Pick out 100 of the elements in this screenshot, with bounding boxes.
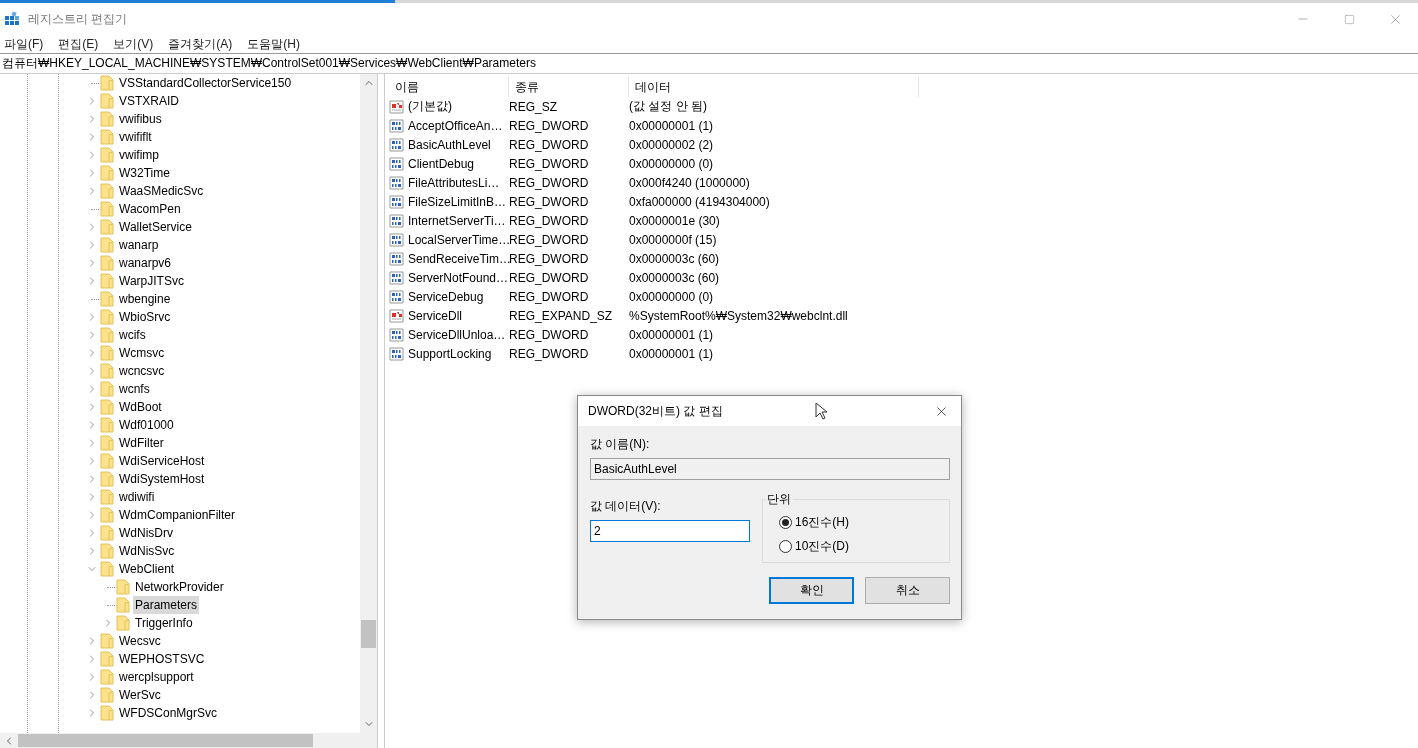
value-name[interactable]: ServiceDllUnloa… — [408, 327, 508, 342]
tree-item[interactable]: wbengine — [117, 290, 173, 308]
tree-item[interactable]: WFDSConMgrSvc — [117, 704, 219, 722]
binary-value-icon — [389, 269, 405, 286]
value-data: 0xfa000000 (4194304000) — [629, 194, 771, 209]
tree-item[interactable]: WdFilter — [117, 434, 166, 452]
folder-icon — [100, 417, 114, 433]
menu-item[interactable]: 편집(E) — [58, 35, 99, 53]
tree-item[interactable]: WebClient — [117, 560, 177, 578]
value-type: REG_DWORD — [509, 213, 590, 228]
value-name[interactable]: BasicAuthLevel — [408, 137, 508, 152]
value-data: 0x00000001 (1) — [629, 327, 715, 342]
group-label: 단위 — [766, 491, 792, 508]
value-name[interactable]: FileSizeLimitInB… — [408, 194, 508, 209]
horizontal-scrollbar[interactable] — [0, 733, 377, 748]
tree-item[interactable]: vwifimp — [117, 146, 161, 164]
tree-item[interactable]: Wecsvc — [117, 632, 163, 650]
tree-item[interactable]: WerSvc — [117, 686, 163, 704]
value-name[interactable]: ServiceDll — [408, 308, 508, 323]
tree-item[interactable]: Wcmsvc — [117, 344, 167, 362]
folder-icon — [100, 687, 114, 703]
tree-item[interactable]: wanarp — [117, 236, 161, 254]
vertical-scrollbar[interactable] — [360, 74, 377, 733]
cancel-button[interactable]: 취소 — [865, 577, 950, 604]
folder-icon — [100, 237, 114, 253]
tree-item[interactable]: WarpJITSvc — [117, 272, 186, 290]
tree-item[interactable]: vwifibus — [117, 110, 164, 128]
value-name[interactable]: SendReceiveTim… — [408, 251, 508, 266]
scrollbar-thumb[interactable] — [18, 734, 313, 747]
folder-icon — [100, 507, 114, 523]
menu-item[interactable]: 파일(F) — [4, 35, 44, 53]
tree-item[interactable]: WdiSystemHost — [117, 470, 207, 488]
value-name[interactable]: SupportLocking — [408, 346, 508, 361]
value-type: REG_DWORD — [509, 251, 590, 266]
tree-item[interactable]: WdNisDrv — [117, 524, 175, 542]
value-name[interactable]: ServerNotFound… — [408, 270, 508, 285]
value-name[interactable]: ServiceDebug — [408, 289, 508, 304]
radio-button[interactable] — [779, 516, 792, 529]
column-header[interactable]: 이름 — [389, 77, 509, 97]
ok-button[interactable]: 확인 — [769, 577, 854, 604]
value-name[interactable]: AcceptOfficeAn… — [408, 118, 508, 133]
menu-item[interactable]: 즐겨찾기(A) — [168, 35, 233, 53]
tree-item[interactable]: WacomPen — [117, 200, 183, 218]
tree-item[interactable]: VSStandardCollectorService150 — [117, 74, 294, 92]
registry-icon — [4, 11, 20, 27]
value-name[interactable]: (기본값) — [408, 98, 508, 115]
tree-item[interactable]: WdNisSvc — [117, 542, 177, 560]
radio-label[interactable]: 10진수(D) — [795, 538, 849, 555]
value-data: 0x00000001 (1) — [629, 346, 715, 361]
value-data: %SystemRoot%₩System32₩webclnt.dll — [629, 308, 849, 323]
tree-item[interactable]: vwififlt — [117, 128, 154, 146]
value-data: 0x0000000f (15) — [629, 232, 718, 247]
column-header[interactable]: 종류 — [509, 77, 629, 97]
tree-item[interactable]: WdiServiceHost — [117, 452, 207, 470]
tree-item[interactable]: Parameters — [133, 596, 200, 614]
folder-icon — [100, 471, 114, 487]
tree-item[interactable]: wanarpv6 — [117, 254, 174, 272]
tree-item[interactable]: WbioSrvc — [117, 308, 173, 326]
address-bar[interactable]: 컴퓨터₩HKEY_LOCAL_MACHINE₩SYSTEM₩ControlSet001₩Services₩WebClient₩Parameters — [0, 53, 1418, 74]
tree-item[interactable]: TriggerInfo — [133, 614, 195, 632]
folder-icon — [100, 255, 114, 271]
tree-item[interactable]: WalletService — [117, 218, 194, 236]
binary-value-icon — [389, 345, 405, 362]
tree-item[interactable]: NetworkProvider — [133, 578, 226, 596]
value-name[interactable]: FileAttributesLi… — [408, 175, 508, 190]
value-data: 0x00000001 (1) — [629, 118, 715, 133]
value-data-field[interactable]: 2 — [590, 520, 750, 542]
radio-button[interactable] — [779, 540, 792, 553]
tree-item[interactable]: WdBoot — [117, 398, 164, 416]
radio-label[interactable]: 16진수(H) — [795, 514, 849, 531]
tree-item[interactable]: W32Time — [117, 164, 172, 182]
value-name-field[interactable]: BasicAuthLevel — [590, 458, 950, 480]
tree-item[interactable]: wercplsupport — [117, 668, 196, 686]
dialog-title: DWORD(32비트) 값 편집 — [588, 402, 724, 420]
tree-item[interactable]: Wdf01000 — [117, 416, 176, 434]
value-data: 0x00000000 (0) — [629, 156, 715, 171]
binary-value-icon — [389, 288, 405, 305]
binary-value-icon — [389, 212, 405, 229]
column-header[interactable]: 데이터 — [629, 77, 919, 97]
folder-icon — [100, 219, 114, 235]
tree-item[interactable]: WEPHOSTSVC — [117, 650, 207, 668]
folder-icon — [100, 381, 114, 397]
tree-item[interactable]: WaaSMedicSvc — [117, 182, 206, 200]
tree-item[interactable]: wcncsvc — [117, 362, 167, 380]
value-name[interactable]: InternetServerTi… — [408, 213, 508, 228]
scrollbar-thumb[interactable] — [361, 620, 376, 648]
tree-item[interactable]: WdmCompanionFilter — [117, 506, 238, 524]
value-name[interactable]: ClientDebug — [408, 156, 508, 171]
value-type: REG_DWORD — [509, 156, 590, 171]
window-title: 레지스트리 편집기 — [28, 10, 129, 28]
folder-icon — [100, 363, 114, 379]
menu-item[interactable]: 도움말(H) — [247, 35, 300, 53]
tree-item[interactable]: VSTXRAID — [117, 92, 181, 110]
value-name[interactable]: LocalServerTime… — [408, 232, 508, 247]
menu-item[interactable]: 보기(V) — [113, 35, 154, 53]
folder-icon — [116, 597, 130, 613]
tree-item[interactable]: wcnfs — [117, 380, 152, 398]
tree-item[interactable]: wcifs — [117, 326, 148, 344]
binary-value-icon — [389, 193, 405, 210]
tree-item[interactable]: wdiwifi — [117, 488, 157, 506]
